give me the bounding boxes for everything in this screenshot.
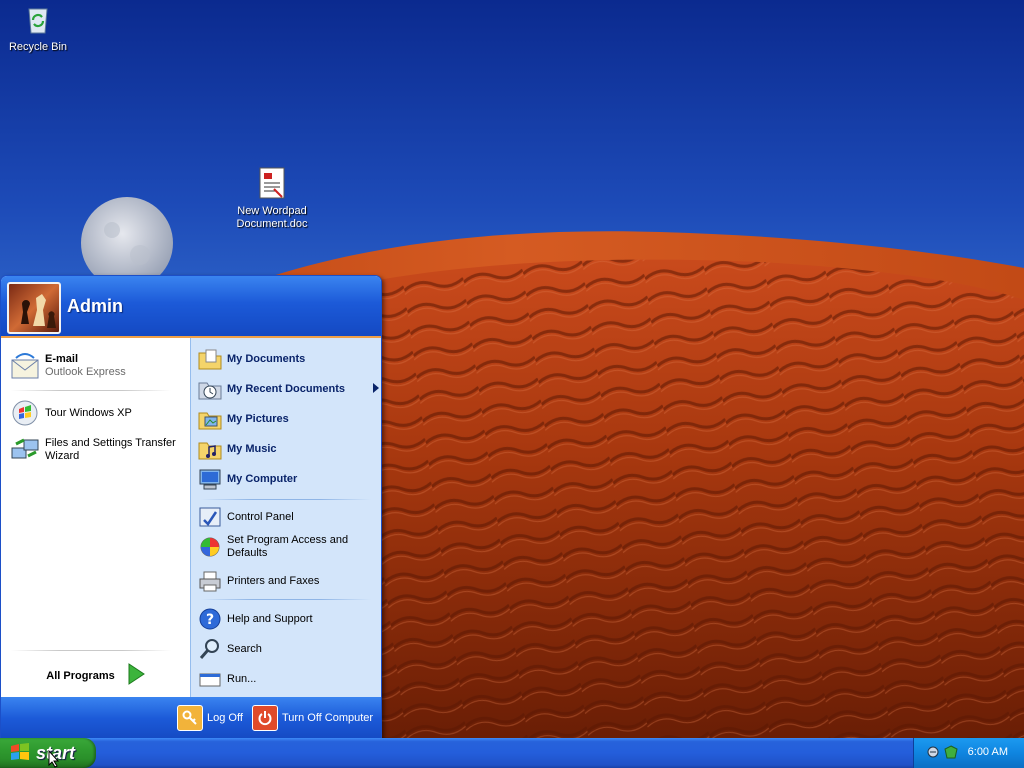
wordpad-document-icon	[224, 167, 320, 202]
taskbar: start 6:00 AM	[0, 738, 1024, 768]
my-computer-item[interactable]: My Computer	[197, 466, 373, 492]
tour-windows-item[interactable]: Tour Windows XP	[9, 397, 132, 429]
mouse-cursor-icon	[48, 750, 60, 768]
search-label: Search	[227, 642, 262, 655]
tray-network-icon[interactable]	[926, 745, 940, 762]
system-tray: 6:00 AM	[913, 738, 1024, 768]
turn-off-label: Turn Off Computer	[282, 712, 374, 724]
start-menu: Admin E-mail Outlook Express Tour Window…	[0, 275, 382, 741]
my-pictures-label: My Pictures	[227, 412, 289, 425]
control-panel-item[interactable]: Control Panel	[197, 504, 373, 530]
separator	[11, 390, 171, 391]
transfer-wizard-item[interactable]: Files and Settings Transfer Wizard	[9, 434, 176, 466]
email-item[interactable]: E-mail Outlook Express	[9, 350, 126, 382]
start-menu-footer: Log Off Turn Off Computer	[1, 697, 381, 740]
my-documents-item[interactable]: My Documents	[197, 346, 373, 372]
recycle-bin-desktop-icon[interactable]: Recycle Bin	[0, 3, 86, 54]
start-menu-header: Admin	[1, 276, 381, 338]
start-menu-left-column: E-mail Outlook Express Tour Windows XP F…	[1, 338, 190, 697]
run-item[interactable]: Run...	[197, 666, 373, 692]
help-icon: ?	[197, 606, 223, 632]
help-support-label: Help and Support	[227, 612, 313, 625]
printer-icon	[197, 568, 223, 594]
separator	[201, 599, 371, 600]
email-sublabel: Outlook Express	[45, 366, 126, 378]
windows-logo-icon	[10, 742, 30, 764]
key-icon	[177, 705, 203, 731]
power-icon	[252, 705, 278, 731]
transfer-wizard-icon	[9, 434, 41, 466]
separator	[11, 650, 171, 651]
log-off-label: Log Off	[207, 712, 243, 724]
tray-security-icon[interactable]	[944, 745, 958, 762]
all-programs-label: All Programs	[46, 669, 115, 682]
control-panel-label: Control Panel	[227, 510, 294, 523]
chess-pieces-icon	[21, 294, 56, 328]
user-name: Admin	[67, 296, 123, 316]
turn-off-computer-button[interactable]: Turn Off Computer	[252, 705, 373, 731]
help-support-item[interactable]: ? Help and Support	[197, 606, 373, 632]
svg-text:?: ?	[206, 612, 214, 628]
control-panel-icon	[197, 504, 223, 530]
my-documents-label: My Documents	[227, 352, 306, 365]
search-icon	[197, 636, 223, 662]
user-avatar[interactable]	[7, 282, 61, 334]
email-envelope-icon	[9, 350, 41, 382]
my-recent-documents-item[interactable]: My Recent Documents	[197, 376, 379, 402]
all-programs-button[interactable]: All Programs	[1, 654, 190, 697]
folder-documents-icon	[197, 346, 223, 372]
search-item[interactable]: Search	[197, 636, 373, 662]
program-access-label-line2: Defaults	[227, 547, 268, 559]
transfer-wizard-label-line2: Wizard	[45, 450, 80, 462]
computer-icon	[197, 466, 223, 492]
printers-faxes-label: Printers and Faxes	[227, 574, 320, 587]
log-off-button[interactable]: Log Off	[177, 705, 243, 731]
wordpad-document-desktop-icon[interactable]: New Wordpad Document.doc	[224, 167, 320, 231]
my-computer-label: My Computer	[227, 472, 298, 485]
recycle-bin-icon	[0, 3, 86, 38]
printers-faxes-item[interactable]: Printers and Faxes	[197, 568, 373, 594]
tour-windows-label: Tour Windows XP	[45, 406, 132, 419]
transfer-wizard-label-line1: Files and Settings Transfer	[45, 437, 176, 449]
run-label: Run...	[227, 672, 257, 685]
program-access-icon	[197, 534, 223, 560]
green-arrow-icon	[127, 663, 145, 688]
start-menu-right-column: My Documents My Recent Documents My Pict…	[190, 338, 381, 697]
separator	[201, 499, 371, 500]
run-icon	[197, 666, 223, 692]
recent-documents-icon	[197, 376, 223, 402]
folder-pictures-icon	[197, 406, 223, 432]
email-label: E-mail	[45, 353, 79, 365]
my-recent-documents-label: My Recent Documents	[227, 382, 345, 395]
folder-music-icon	[197, 436, 223, 462]
tour-windows-icon	[9, 397, 41, 429]
clock[interactable]: 6:00 AM	[968, 746, 1008, 758]
program-access-label-line1: Set Program Access and	[227, 534, 349, 546]
submenu-arrow-icon	[373, 383, 379, 396]
my-music-label: My Music	[227, 442, 277, 455]
my-pictures-item[interactable]: My Pictures	[197, 406, 373, 432]
my-music-item[interactable]: My Music	[197, 436, 373, 462]
set-program-access-item[interactable]: Set Program Access and Defaults	[197, 534, 373, 560]
